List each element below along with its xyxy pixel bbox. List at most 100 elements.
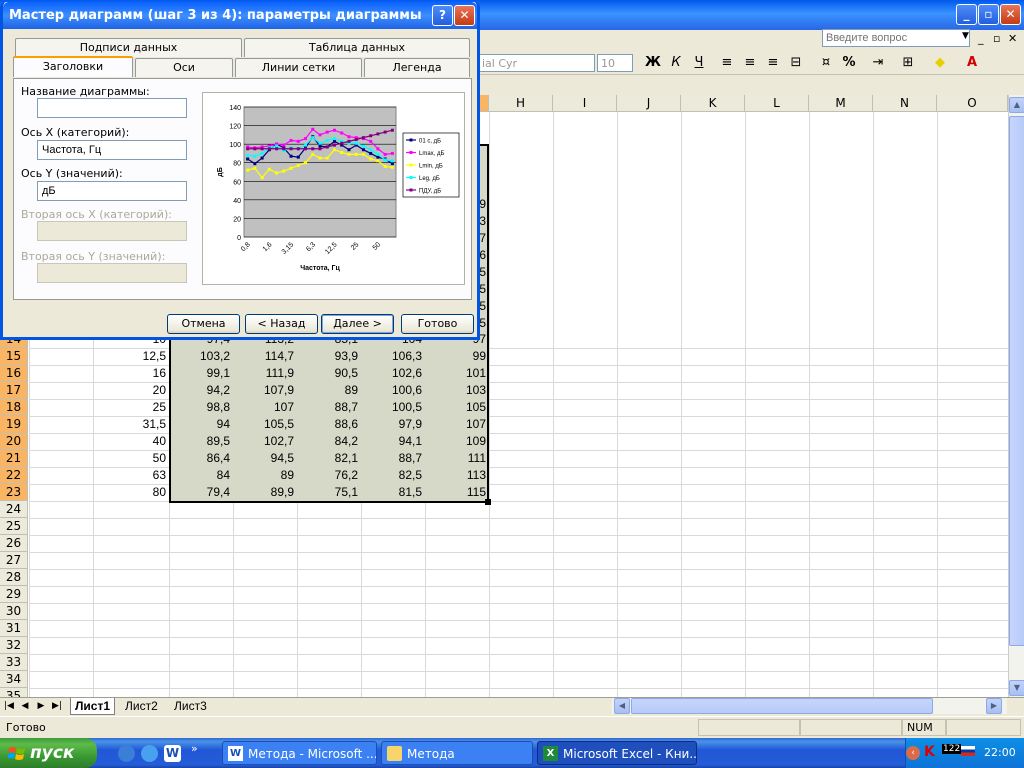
- table-cell[interactable]: 107: [425, 416, 489, 433]
- table-cell[interactable]: 100,6: [361, 382, 425, 399]
- sheet-tab-2[interactable]: Лист2: [121, 698, 162, 715]
- table-cell[interactable]: 97,9: [361, 416, 425, 433]
- next-sheet-icon[interactable]: ▶: [34, 700, 48, 713]
- table-cell[interactable]: 88,6: [297, 416, 361, 433]
- row-header[interactable]: 28: [0, 569, 28, 586]
- help-dropdown-icon[interactable]: ▼: [962, 31, 969, 41]
- sheet-tab-3[interactable]: Лист3: [170, 698, 211, 715]
- scroll-thumb[interactable]: [1009, 116, 1024, 646]
- table-cell[interactable]: 101: [425, 365, 489, 382]
- language-flag-icon[interactable]: [961, 746, 975, 756]
- task-folder[interactable]: Метода: [381, 741, 533, 765]
- table-cell[interactable]: 86,4: [169, 450, 233, 467]
- table-cell[interactable]: 16: [93, 365, 169, 382]
- indent-icon[interactable]: ⇥: [868, 54, 888, 72]
- table-cell[interactable]: 105: [425, 399, 489, 416]
- table-cell[interactable]: 88,7: [297, 399, 361, 416]
- excel-close-button[interactable]: ✕: [1000, 4, 1021, 25]
- table-cell[interactable]: 12,5: [93, 348, 169, 365]
- row-header[interactable]: 32: [0, 637, 28, 654]
- table-cell[interactable]: 107,9: [233, 382, 297, 399]
- sheet-tab-1[interactable]: Лист1: [70, 698, 116, 715]
- back-button[interactable]: < Назад: [245, 314, 318, 334]
- table-cell[interactable]: 98,8: [169, 399, 233, 416]
- doc-restore-button[interactable]: ▫: [993, 32, 1000, 45]
- row-header[interactable]: 30: [0, 603, 28, 620]
- table-cell[interactable]: 103: [425, 382, 489, 399]
- row-header[interactable]: 21: [0, 450, 28, 467]
- first-sheet-icon[interactable]: |◀: [2, 700, 16, 713]
- column-header[interactable]: O: [937, 95, 1008, 112]
- row-header[interactable]: 27: [0, 552, 28, 569]
- align-left-icon[interactable]: ≡: [717, 54, 737, 72]
- tab-data-labels[interactable]: Подписи данных: [15, 38, 242, 57]
- table-cell[interactable]: 111,9: [233, 365, 297, 382]
- table-cell[interactable]: 89: [233, 467, 297, 484]
- doc-close-button[interactable]: ✕: [1008, 32, 1017, 45]
- table-cell[interactable]: 88,7: [361, 450, 425, 467]
- table-cell[interactable]: 82,5: [361, 467, 425, 484]
- table-cell[interactable]: 89,5: [169, 433, 233, 450]
- table-cell[interactable]: 102,7: [233, 433, 297, 450]
- row-header[interactable]: 24: [0, 501, 28, 518]
- table-cell[interactable]: 99,1: [169, 365, 233, 382]
- antivirus-icon[interactable]: K: [924, 744, 935, 760]
- row-header[interactable]: 15: [0, 348, 28, 365]
- scroll-left-button[interactable]: ◀: [614, 698, 630, 714]
- table-cell[interactable]: 25: [93, 399, 169, 416]
- currency-icon[interactable]: ¤: [816, 54, 836, 72]
- word-quicklaunch-icon[interactable]: W: [164, 745, 181, 762]
- tab-axes[interactable]: Оси: [135, 58, 233, 77]
- table-cell[interactable]: 81,5: [361, 484, 425, 501]
- table-cell[interactable]: 94: [169, 416, 233, 433]
- row-header[interactable]: 19: [0, 416, 28, 433]
- italic-icon[interactable]: К: [666, 54, 686, 72]
- table-cell[interactable]: 100,5: [361, 399, 425, 416]
- table-cell[interactable]: 20: [93, 382, 169, 399]
- vertical-scrollbar[interactable]: ▲ ▼: [1008, 95, 1024, 698]
- tab-legend[interactable]: Легенда: [364, 58, 470, 77]
- tray-arrow-icon[interactable]: ‹: [906, 746, 920, 760]
- table-cell[interactable]: 94,2: [169, 382, 233, 399]
- row-header[interactable]: 20: [0, 433, 28, 450]
- table-cell[interactable]: 111: [425, 450, 489, 467]
- table-cell[interactable]: 99: [425, 348, 489, 365]
- scroll-down-button[interactable]: ▼: [1009, 680, 1024, 696]
- cancel-button[interactable]: Отмена: [167, 314, 240, 334]
- task-word-document[interactable]: W Метода - Microsoft ...: [222, 741, 377, 765]
- table-cell[interactable]: 75,1: [297, 484, 361, 501]
- table-cell[interactable]: 105,5: [233, 416, 297, 433]
- finish-button[interactable]: Готово: [401, 314, 474, 334]
- table-cell[interactable]: 90,5: [297, 365, 361, 382]
- last-sheet-icon[interactable]: ▶|: [50, 700, 64, 713]
- tab-titles[interactable]: Заголовки: [13, 56, 133, 77]
- column-header[interactable]: M: [809, 95, 873, 112]
- table-cell[interactable]: 103,2: [169, 348, 233, 365]
- table-cell[interactable]: 106,3: [361, 348, 425, 365]
- table-cell[interactable]: 89,9: [233, 484, 297, 501]
- column-header[interactable]: K: [681, 95, 745, 112]
- table-cell[interactable]: 84,2: [297, 433, 361, 450]
- doc-minimize-button[interactable]: _: [978, 32, 984, 45]
- tab-gridlines[interactable]: Линии сетки: [235, 58, 362, 77]
- hscroll-thumb[interactable]: [631, 698, 933, 714]
- row-header[interactable]: 34: [0, 671, 28, 688]
- column-header[interactable]: I: [553, 95, 617, 112]
- table-cell[interactable]: 107: [233, 399, 297, 416]
- percent-icon[interactable]: %: [839, 54, 859, 72]
- row-header[interactable]: 18: [0, 399, 28, 416]
- table-cell[interactable]: 94,5: [233, 450, 297, 467]
- clock[interactable]: 22:00: [984, 746, 1016, 759]
- fill-color-icon[interactable]: ◆: [930, 54, 950, 72]
- column-header[interactable]: J: [617, 95, 681, 112]
- table-cell[interactable]: 89: [297, 382, 361, 399]
- align-right-icon[interactable]: ≡: [763, 54, 783, 72]
- ie-quicklaunch-icon[interactable]: [141, 745, 158, 762]
- desktop-quicklaunch-icon[interactable]: [118, 745, 135, 762]
- row-header[interactable]: 33: [0, 654, 28, 671]
- row-header[interactable]: 26: [0, 535, 28, 552]
- table-cell[interactable]: 40: [93, 433, 169, 450]
- table-cell[interactable]: 50: [93, 450, 169, 467]
- excel-maximize-button[interactable]: ▫: [978, 4, 999, 25]
- table-cell[interactable]: 109: [425, 433, 489, 450]
